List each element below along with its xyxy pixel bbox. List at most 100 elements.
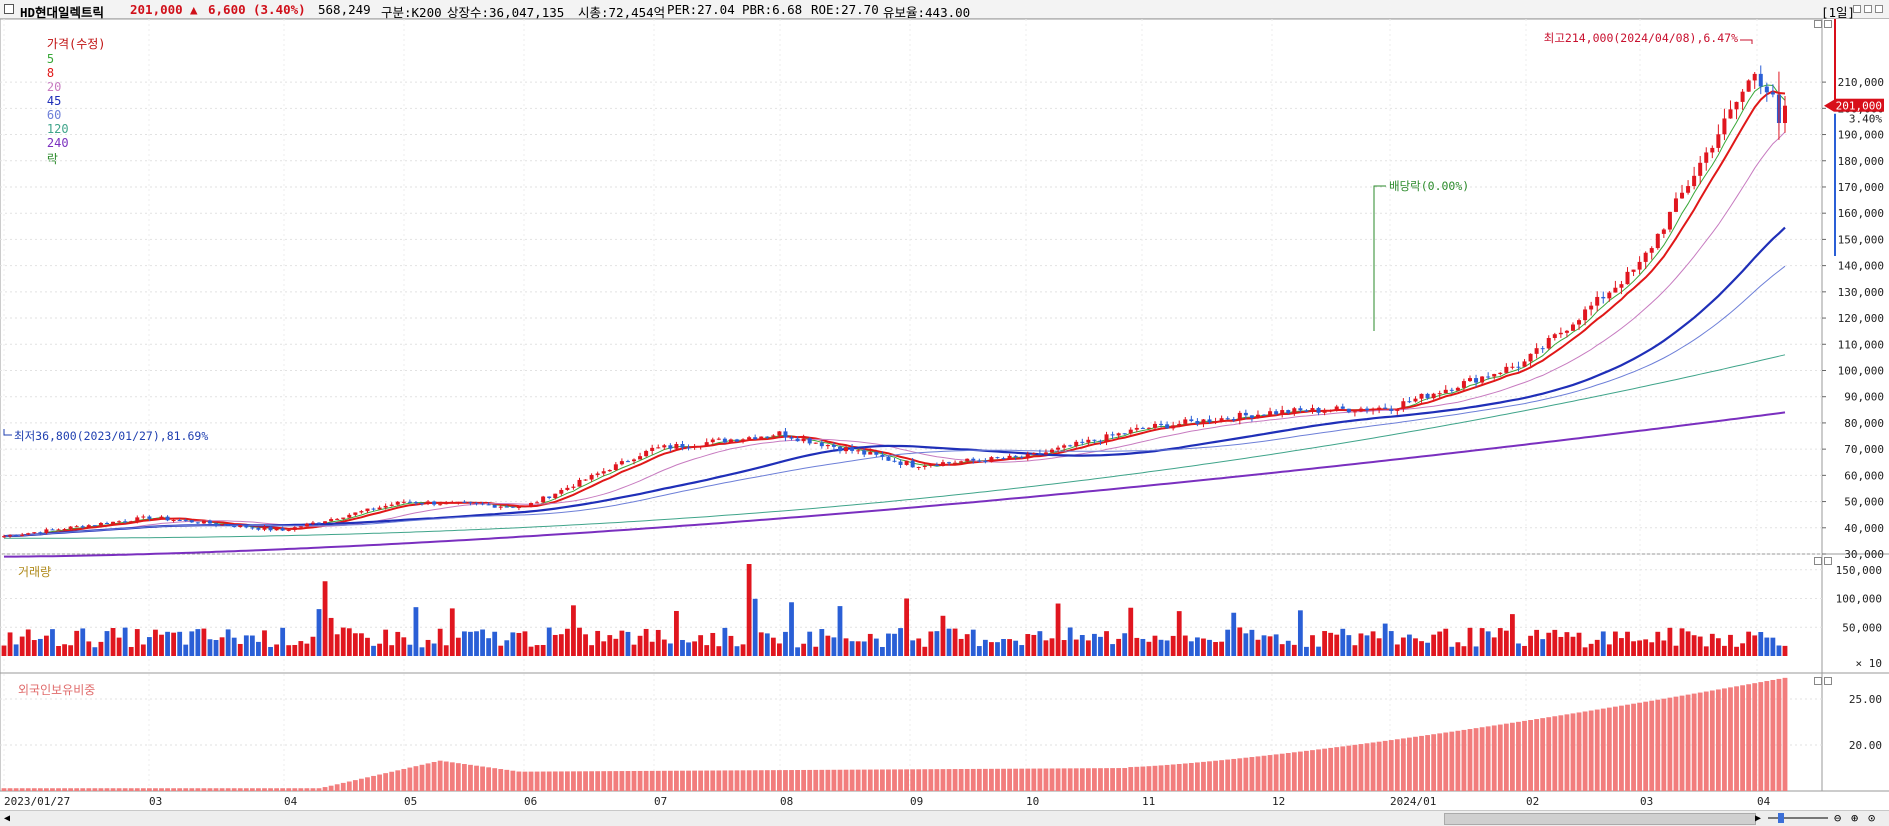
foreign-ratio-bar (165, 788, 170, 791)
candle-body (1213, 421, 1218, 423)
candle-body (438, 504, 443, 506)
candle-body (104, 523, 109, 525)
candle-body (1237, 412, 1242, 421)
zoom-out-icon[interactable]: ⊖ (1834, 811, 1841, 825)
foreign-ratio-bar (1031, 768, 1037, 791)
foreign-ratio-bar (207, 788, 213, 791)
candle-body (504, 506, 509, 508)
foreign-ratio-bar (1055, 768, 1061, 791)
candle-body (553, 493, 558, 498)
foreign-ratio-bar (1213, 760, 1218, 791)
volume-bar (249, 635, 255, 656)
candle-body (389, 504, 394, 506)
foreign-ratio-bar (546, 771, 552, 791)
foreign-ratio-bar (861, 769, 867, 791)
foreign-ratio-bar (1570, 713, 1576, 791)
foreign-ratio-bar (1509, 722, 1515, 791)
foreign-ratio-bar (1037, 768, 1043, 791)
foreign-ratio-bar (365, 777, 370, 791)
candle-body (650, 447, 655, 451)
volume-bar (1364, 635, 1370, 656)
volume-bar (546, 627, 552, 656)
foreign-ratio-bar (1146, 766, 1152, 791)
foreign-ratio-bar (1237, 758, 1243, 791)
candle-body (1601, 296, 1606, 299)
candle-body (722, 438, 727, 443)
zoom-in-icon[interactable]: ⊕ (1851, 811, 1858, 825)
foreign-panel-max-button[interactable] (1814, 677, 1822, 685)
candle-body (1577, 320, 1582, 325)
foreign-ratio-bar (431, 761, 437, 791)
volume-bar (674, 610, 679, 656)
foreign-ratio-bar (728, 770, 734, 791)
zoom-slider[interactable] (1768, 817, 1828, 819)
foreign-ratio-bar (1231, 758, 1237, 791)
stock-chart-canvas[interactable]: 210,000200,000190,000180,000170,000160,0… (0, 19, 1889, 811)
foreign-ratio-bar (1752, 683, 1758, 791)
candle-body (989, 457, 994, 463)
price-panel-max-button[interactable] (1814, 20, 1822, 28)
volume-bar (928, 631, 934, 656)
volume-bar (1667, 627, 1673, 656)
candle-body (1292, 408, 1297, 414)
volume-bar (952, 628, 958, 656)
candle-body (1498, 372, 1503, 374)
scroll-thumb[interactable] (1444, 813, 1756, 825)
candle-body (1062, 445, 1067, 448)
zoom-slider-handle[interactable] (1778, 813, 1784, 823)
foreign-panel-close-button[interactable] (1824, 677, 1832, 685)
volume-bar (62, 644, 67, 656)
candle-body (1770, 92, 1775, 95)
candle-body (419, 503, 424, 505)
window-close-button[interactable] (1875, 5, 1883, 13)
volume-bar (1394, 644, 1400, 656)
candle-body (741, 439, 746, 442)
foreign-ratio-bar (1067, 768, 1073, 791)
volume-bar (1491, 637, 1497, 656)
candle-body (837, 446, 842, 452)
foreign-ratio-bar (552, 771, 558, 791)
foreign-ratio-bar (1425, 735, 1430, 791)
foreign-ratio-bar (504, 769, 510, 791)
foreign-ratio-bar (80, 788, 86, 791)
volume-bar (31, 640, 37, 656)
window-min-button[interactable] (1853, 5, 1861, 13)
volume-panel-close-button[interactable] (1824, 557, 1832, 565)
candle-body (1037, 453, 1042, 455)
price-panel-close-button[interactable] (1824, 20, 1832, 28)
volume-bar (1249, 629, 1255, 656)
volume-bar (1534, 629, 1540, 656)
volume-bar (734, 646, 740, 656)
foreign-ratio-bar (922, 769, 928, 791)
chart-scrollbar[interactable]: ◀ ▶ ⊖ ⊕ ⊙ (0, 810, 1889, 826)
chart-select-checkbox[interactable] (4, 4, 14, 14)
foreign-ratio-bar (558, 771, 564, 791)
scroll-right-icon[interactable]: ▶ (1755, 813, 1761, 824)
volume-bar (437, 628, 443, 656)
candle-body (892, 460, 897, 462)
candle-body (1595, 296, 1600, 306)
volume-bar (982, 639, 988, 656)
foreign-ratio-bar (201, 788, 207, 791)
foreign-ratio-bar (1685, 694, 1691, 791)
candle-body (92, 525, 97, 527)
volume-bar (1764, 637, 1770, 656)
foreign-ratio-bar (649, 770, 655, 791)
foreign-ratio-bar (970, 768, 976, 791)
date-tick-label: 06 (524, 795, 537, 808)
candle-body (1165, 424, 1170, 429)
window-restore-button[interactable] (1864, 5, 1872, 13)
foreign-ratio-bar (710, 770, 716, 791)
candle-body (1195, 421, 1200, 424)
candle-body (1455, 387, 1460, 391)
volume-panel-max-button[interactable] (1814, 557, 1822, 565)
zoom-reset-icon[interactable]: ⊙ (1868, 811, 1875, 825)
price-tick-label: 70,000 (1844, 443, 1884, 456)
volume-bar (1340, 628, 1346, 656)
scroll-left-icon[interactable]: ◀ (4, 813, 10, 824)
volume-bar (831, 637, 837, 656)
candle-body (1043, 452, 1048, 455)
volume-bar (19, 636, 25, 656)
foreign-ratio-bar (274, 788, 280, 791)
candle-body (1177, 423, 1182, 426)
